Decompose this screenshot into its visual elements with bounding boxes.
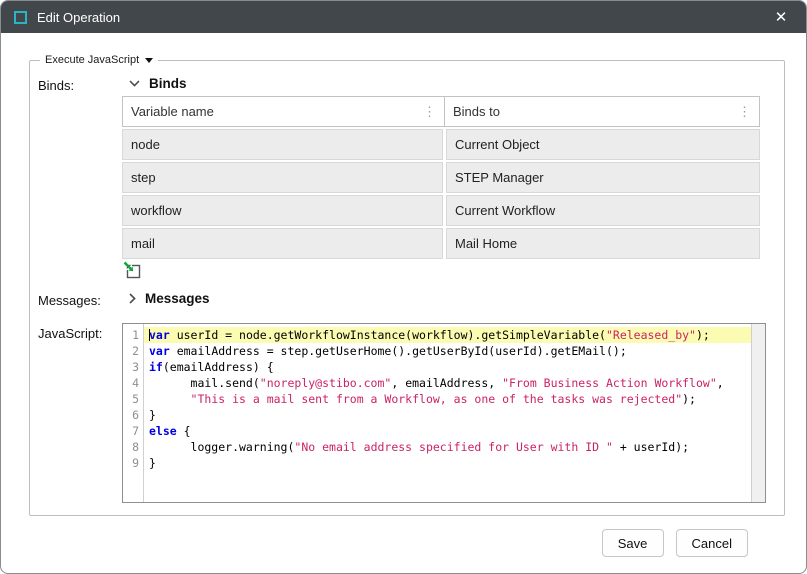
- dropdown-arrow-icon: [145, 58, 153, 63]
- code-line: var emailAddress = step.getUserHome().ge…: [144, 343, 751, 359]
- code-segment: logger.warning(: [149, 440, 294, 454]
- code-segment: "noreply@stibo.com": [260, 376, 392, 390]
- code-segment: );: [696, 328, 710, 342]
- javascript-field-label: JavaScript:: [38, 323, 122, 503]
- column-menu-icon[interactable]: ⋮: [738, 105, 751, 118]
- code-segment: mail.send(: [149, 376, 260, 390]
- code-segment: }: [149, 408, 156, 422]
- binds-to-cell: Mail Home: [446, 228, 760, 259]
- window-icon: [14, 11, 27, 24]
- cancel-button[interactable]: Cancel: [676, 529, 748, 557]
- line-number: 3: [123, 359, 139, 375]
- dialog-content: Execute JavaScript Binds: Binds: [1, 33, 806, 573]
- editor-gutter: 123456789: [123, 324, 144, 502]
- column-header-binds-to[interactable]: Binds to ⋮: [445, 97, 759, 126]
- code-segment: else: [149, 424, 177, 438]
- save-button[interactable]: Save: [602, 529, 664, 557]
- binds-field-label: Binds:: [38, 75, 122, 281]
- binds-to-cell: Current Object: [446, 129, 760, 160]
- titlebar: Edit Operation ✕: [1, 1, 806, 33]
- code-segment: , emailAddress,: [391, 376, 502, 390]
- binds-section-header[interactable]: Binds: [122, 75, 760, 96]
- binds-section-title: Binds: [149, 76, 187, 91]
- code-line: if(emailAddress) {: [144, 359, 751, 375]
- code-segment: if: [149, 360, 163, 374]
- edit-binds-button[interactable]: [122, 261, 760, 281]
- table-row[interactable]: workflowCurrent Workflow: [122, 195, 760, 226]
- line-number: 9: [123, 455, 139, 471]
- binds-table: Variable name ⋮ Binds to ⋮ nodeCurrent O…: [122, 96, 760, 259]
- code-segment: userId = node.getWorkflowInstance(workfl…: [170, 328, 606, 342]
- code-segment: var: [149, 344, 170, 358]
- chevron-right-icon: [129, 293, 136, 304]
- operation-type-label: Execute JavaScript: [45, 54, 139, 66]
- code-segment: var: [149, 328, 170, 342]
- binds-to-cell: Current Workflow: [446, 195, 760, 226]
- code-line: }: [144, 407, 751, 423]
- editor-vertical-scrollbar[interactable]: [751, 324, 765, 502]
- line-number: 5: [123, 391, 139, 407]
- code-line: "This is a mail sent from a Workflow, as…: [144, 391, 751, 407]
- code-line: else {: [144, 423, 751, 439]
- variable-name-cell: workflow: [122, 195, 443, 226]
- column-menu-icon[interactable]: ⋮: [423, 105, 436, 118]
- messages-section-title: Messages: [145, 291, 210, 306]
- code-segment: "This is a mail sent from a Workflow, as…: [191, 392, 683, 406]
- line-number: 4: [123, 375, 139, 391]
- binds-section: Binds Variable name ⋮ Binds to ⋮: [122, 75, 760, 281]
- code-segment: );: [682, 392, 696, 406]
- binds-table-body: nodeCurrent ObjectstepSTEP Managerworkfl…: [122, 129, 760, 259]
- line-number: 8: [123, 439, 139, 455]
- window-title: Edit Operation: [37, 10, 120, 25]
- column-header-variable-name[interactable]: Variable name ⋮: [123, 97, 445, 126]
- code-segment: + userId);: [613, 440, 689, 454]
- binds-to-cell: STEP Manager: [446, 162, 760, 193]
- variable-name-cell: mail: [122, 228, 443, 259]
- code-line: }: [144, 455, 751, 471]
- line-number: 6: [123, 407, 139, 423]
- line-number: 1: [123, 327, 139, 343]
- table-row[interactable]: stepSTEP Manager: [122, 162, 760, 193]
- code-segment: [149, 392, 191, 406]
- operation-type-dropdown[interactable]: Execute JavaScript: [40, 54, 158, 66]
- code-line: mail.send("noreply@stibo.com", emailAddr…: [144, 375, 751, 391]
- code-segment: }: [149, 456, 156, 470]
- edit-operation-dialog: Edit Operation ✕ Execute JavaScript Bind…: [0, 0, 807, 574]
- code-line: var userId = node.getWorkflowInstance(wo…: [144, 327, 751, 343]
- messages-section-header[interactable]: Messages: [122, 290, 210, 311]
- close-icon[interactable]: ✕: [766, 1, 796, 33]
- code-segment: "Released_by": [606, 328, 696, 342]
- code-line: logger.warning("No email address specifi…: [144, 439, 751, 455]
- edit-cell-icon: [123, 261, 142, 280]
- code-segment: ,: [717, 376, 724, 390]
- chevron-down-icon: [129, 80, 140, 87]
- code-segment: "From Business Action Workflow": [502, 376, 717, 390]
- code-segment: {: [177, 424, 191, 438]
- code-segment: emailAddress = step.getUserHome().getUse…: [170, 344, 627, 358]
- binds-table-header: Variable name ⋮ Binds to ⋮: [122, 96, 760, 127]
- table-row[interactable]: mailMail Home: [122, 228, 760, 259]
- variable-name-cell: node: [122, 129, 443, 160]
- line-number: 7: [123, 423, 139, 439]
- line-number: 2: [123, 343, 139, 359]
- variable-name-cell: step: [122, 162, 443, 193]
- table-row[interactable]: nodeCurrent Object: [122, 129, 760, 160]
- messages-field-label: Messages:: [38, 290, 122, 311]
- dialog-buttons: Save Cancel: [29, 516, 782, 557]
- operation-groupbox: Execute JavaScript Binds: Binds: [29, 54, 785, 516]
- code-segment: "No email address specified for User wit…: [294, 440, 613, 454]
- javascript-code-editor[interactable]: 123456789 var userId = node.getWorkflowI…: [122, 323, 766, 503]
- code-segment: (emailAddress) {: [163, 360, 274, 374]
- editor-code[interactable]: var userId = node.getWorkflowInstance(wo…: [144, 324, 751, 502]
